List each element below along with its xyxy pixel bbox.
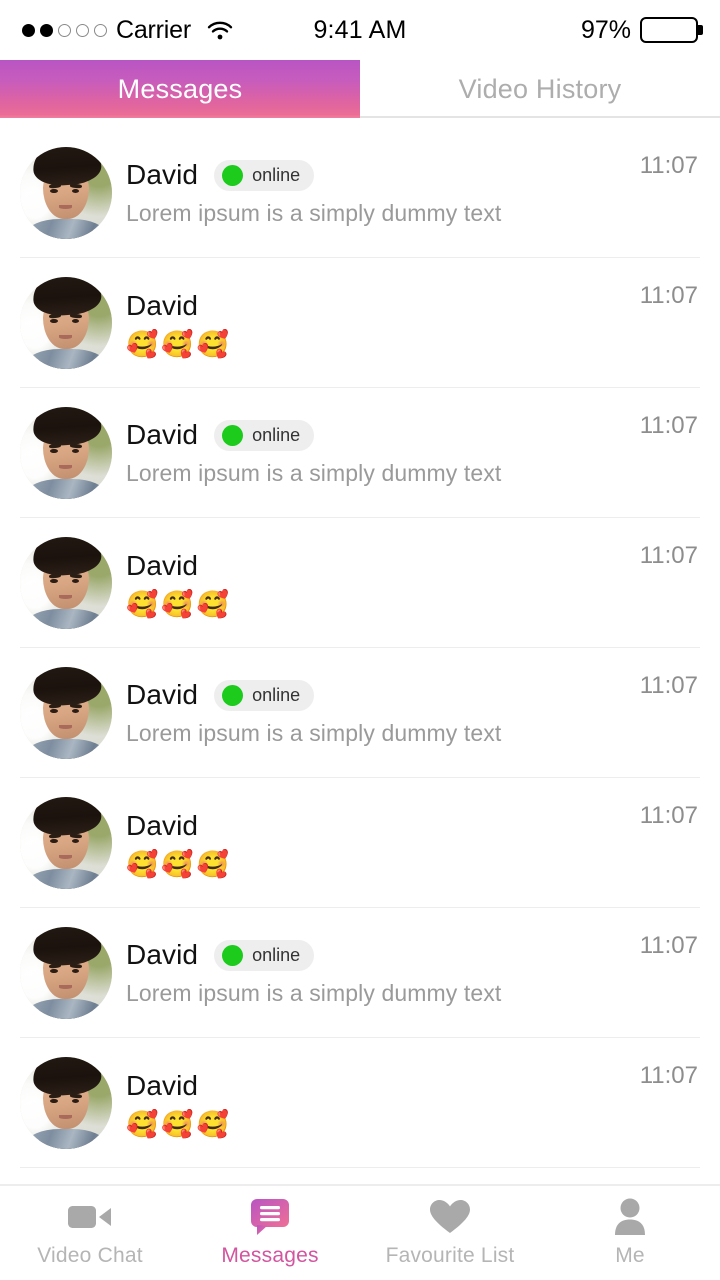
status-badge: online: [214, 419, 315, 451]
conversation-body: David 🥰🥰🥰: [126, 810, 626, 877]
message-time: 11:07: [639, 282, 698, 309]
conversation-body: David online Lorem ipsum is a simply dummy…: [126, 679, 626, 747]
conversation-row[interactable]: David 🥰🥰🥰 11:07: [0, 778, 720, 908]
nav-item-messages[interactable]: Messages: [180, 1198, 360, 1268]
online-dot-icon: [222, 424, 244, 446]
battery-icon: [640, 17, 703, 43]
message-emoji: 🥰🥰🥰: [126, 1108, 233, 1139]
carrier-label: Carrier: [116, 15, 191, 44]
conversation-header: David: [126, 550, 626, 582]
person-icon: [606, 1198, 654, 1235]
contact-name: David: [126, 1069, 199, 1101]
message-time: 11:07: [639, 152, 698, 179]
contact-name: David: [126, 419, 199, 450]
status-badge-label: online: [252, 424, 301, 445]
conversation-body: David online Lorem ipsum is a simply dummy…: [126, 419, 626, 487]
contact-name: David: [126, 809, 199, 841]
nav-item-video-chat[interactable]: Video Chat: [0, 1199, 180, 1268]
message-time: 11:07: [639, 1062, 698, 1089]
contact-name: David: [126, 939, 199, 970]
status-bar-right: 97%: [407, 15, 703, 45]
status-bar: Carrier 9:41 AM 97%: [0, 0, 720, 60]
nav-label-video-chat: Video Chat: [37, 1243, 143, 1267]
tab-video-history-label: Video History: [458, 73, 622, 104]
conversation-row[interactable]: David 🥰🥰🥰 11:07: [0, 518, 720, 648]
message-snippet: Lorem ipsum is a simply dummy text: [126, 720, 502, 746]
status-bar-left: Carrier: [22, 16, 313, 45]
online-dot-icon: [222, 164, 244, 186]
status-badge: online: [214, 939, 315, 971]
avatar[interactable]: [20, 927, 112, 1019]
conversation-row[interactable]: David online Lorem ipsum is a simply dummy…: [0, 128, 720, 258]
clock: 9:41 AM: [313, 15, 407, 44]
avatar[interactable]: [20, 277, 112, 369]
status-badge-label: online: [252, 944, 301, 965]
avatar[interactable]: [20, 407, 112, 499]
conversation-row[interactable]: David 🥰🥰🥰 11:07: [0, 258, 720, 388]
conversation-row[interactable]: David 🥰🥰🥰 11:07: [0, 1038, 720, 1168]
conversation-body: David online Lorem ipsum is a simply dummy…: [126, 939, 626, 1007]
conversation-body: David 🥰🥰🥰: [126, 290, 626, 357]
message-snippet: Lorem ipsum is a simply dummy text: [126, 980, 502, 1006]
online-dot-icon: [222, 684, 244, 706]
phone-screen: Carrier 9:41 AM 97% Messages Video Histo…: [0, 0, 720, 1280]
avatar[interactable]: [20, 1057, 112, 1149]
battery-percent-label: 97%: [580, 15, 631, 44]
message-time: 11:07: [639, 542, 698, 569]
tab-messages[interactable]: Messages: [0, 60, 360, 118]
conversation-body: David online Lorem ipsum is a simply dummy…: [126, 159, 626, 227]
avatar[interactable]: [20, 797, 112, 889]
conversation-row[interactable]: David online Lorem ipsum is a simply dummy…: [0, 388, 720, 518]
status-badge-label: online: [252, 164, 301, 185]
nav-item-favourite-list[interactable]: Favourite List: [360, 1199, 540, 1268]
top-tab-bar: Messages Video History: [0, 60, 720, 118]
message-time: 11:07: [639, 412, 698, 439]
message-snippet: Lorem ipsum is a simply dummy text: [126, 460, 502, 486]
conversation-row[interactable]: David online Lorem ipsum is a simply dummy…: [0, 648, 720, 778]
conversation-header: David: [126, 290, 626, 322]
message-emoji: 🥰🥰🥰: [126, 588, 233, 619]
conversation-row[interactable]: David online Lorem ipsum is a simply dummy…: [0, 908, 720, 1038]
wifi-icon: [207, 21, 233, 40]
nav-label-favourite-list: Favourite List: [385, 1243, 515, 1267]
message-time: 11:07: [639, 672, 698, 699]
status-badge: online: [214, 679, 315, 711]
conversation-header: David: [126, 1070, 626, 1102]
message-snippet: Lorem ipsum is a simply dummy text: [126, 200, 502, 226]
status-badge-label: online: [252, 684, 301, 705]
contact-name: David: [126, 549, 199, 581]
tab-video-history[interactable]: Video History: [360, 60, 720, 118]
nav-item-me[interactable]: Me: [540, 1198, 720, 1268]
contact-name: David: [126, 159, 199, 190]
tab-messages-label: Messages: [117, 73, 243, 104]
contact-name: David: [126, 289, 199, 321]
signal-strength-icon: [22, 23, 107, 37]
conversation-header: David online: [126, 419, 626, 451]
video-camera-icon: [66, 1199, 114, 1235]
message-time: 11:07: [639, 802, 698, 829]
conversation-header: David online: [126, 679, 626, 711]
row-divider: [20, 1166, 700, 1168]
heart-icon: [426, 1199, 474, 1235]
conversation-header: David online: [126, 159, 626, 191]
avatar[interactable]: [20, 537, 112, 629]
conversation-header: David: [126, 810, 626, 842]
message-emoji: 🥰🥰🥰: [126, 848, 233, 879]
status-badge: online: [214, 159, 315, 191]
contact-name: David: [126, 679, 199, 710]
avatar[interactable]: [20, 667, 112, 759]
tab-active-indicator: [0, 115, 360, 118]
conversation-body: David 🥰🥰🥰: [126, 550, 626, 617]
online-dot-icon: [222, 944, 244, 966]
message-time: 11:07: [639, 932, 698, 959]
conversation-header: David online: [126, 939, 626, 971]
avatar[interactable]: [20, 147, 112, 239]
nav-label-me: Me: [615, 1243, 645, 1267]
nav-label-messages: Messages: [221, 1243, 319, 1267]
conversation-list[interactable]: David online Lorem ipsum is a simply dummy…: [0, 118, 720, 1184]
chat-bubble-icon: [246, 1198, 294, 1235]
bottom-navigation-bar: Video Chat Messages Favourite List Me: [0, 1184, 720, 1280]
conversation-body: David 🥰🥰🥰: [126, 1070, 626, 1137]
message-emoji: 🥰🥰🥰: [126, 328, 233, 359]
